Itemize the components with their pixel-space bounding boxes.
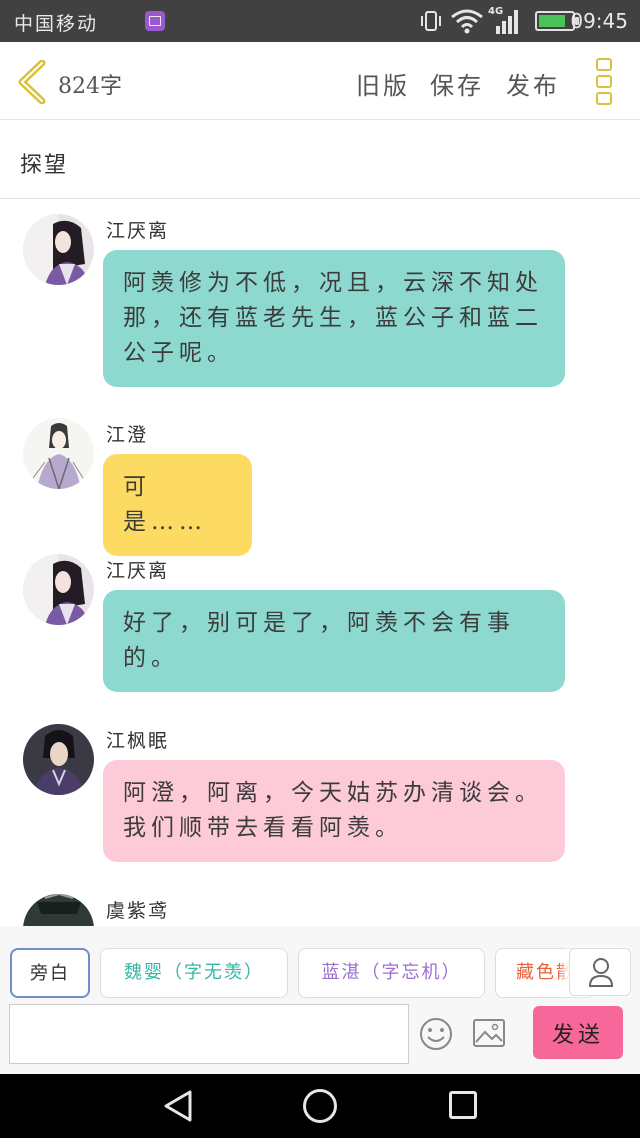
- nav-home-icon[interactable]: [303, 1089, 337, 1123]
- old-version-button[interactable]: 旧版: [356, 66, 410, 101]
- emoji-icon[interactable]: [418, 1016, 454, 1052]
- avatar[interactable]: [23, 894, 94, 926]
- composer-bar: 发送: [0, 998, 640, 1074]
- status-bar: 中国移动 4G 09:45: [0, 0, 640, 42]
- nav-back-icon[interactable]: [160, 1088, 196, 1124]
- avatar[interactable]: [23, 418, 94, 489]
- avatar[interactable]: [23, 554, 94, 625]
- publish-button[interactable]: 发布: [506, 66, 560, 101]
- nav-recents-icon[interactable]: [449, 1091, 477, 1119]
- system-navigation-bar: [0, 1074, 640, 1138]
- person-icon: [588, 958, 614, 987]
- battery-charging-icon: [535, 11, 579, 31]
- sender-name: 江厌离: [106, 220, 170, 242]
- send-button[interactable]: 发送: [533, 1006, 623, 1059]
- more-menu-icon[interactable]: [594, 56, 614, 106]
- signal-icon: [496, 10, 518, 34]
- role-lan-zhan-button[interactable]: 蓝湛（字忘机）: [298, 948, 485, 998]
- avatar[interactable]: [23, 724, 94, 795]
- sender-name: 虞紫鸢: [106, 900, 170, 922]
- sender-name: 江厌离: [106, 560, 170, 582]
- clock: 09:45: [570, 9, 628, 33]
- wifi-icon: [451, 9, 483, 34]
- message-bubble[interactable]: 好了，别可是了，阿羡不会有事的。: [103, 590, 565, 692]
- save-button[interactable]: 保存: [430, 66, 484, 101]
- carrier-name: 中国移动: [14, 13, 99, 35]
- message-bubble[interactable]: 阿澄，阿离，今天姑苏办清谈会。我们顺带去看看阿羡。: [103, 760, 565, 862]
- role-narration-button[interactable]: 旁白: [10, 948, 90, 998]
- sender-name: 江澄: [106, 424, 149, 446]
- message-bubble[interactable]: 可是……: [103, 454, 252, 556]
- image-icon[interactable]: [472, 1018, 506, 1048]
- gallery-notification-icon: [145, 11, 165, 31]
- story-title-bar[interactable]: 探望: [0, 121, 640, 199]
- avatar[interactable]: [23, 214, 94, 285]
- back-chevron-icon[interactable]: [16, 60, 50, 104]
- word-count: 824字: [58, 74, 122, 99]
- message-bubble[interactable]: 阿羡修为不低，况且，云深不知处那，还有蓝老先生，蓝公子和蓝二公子呢。: [103, 250, 565, 387]
- app-header: 824字 旧版 保存 发布: [0, 42, 640, 120]
- message-input[interactable]: [9, 1004, 409, 1064]
- role-wei-ying-button[interactable]: 魏婴（字无羡）: [100, 948, 288, 998]
- story-title: 探望: [20, 153, 69, 178]
- role-selector-bar: 旁白 魏婴（字无羡） 蓝湛（字忘机） 藏色散人: [0, 926, 640, 998]
- chat-area[interactable]: 江厌离 阿羡修为不低，况且，云深不知处那，还有蓝老先生，蓝公子和蓝二公子呢。 江…: [0, 200, 640, 926]
- vibrate-icon: [421, 11, 441, 31]
- add-role-button[interactable]: [569, 948, 631, 996]
- sender-name: 江枫眠: [106, 730, 170, 752]
